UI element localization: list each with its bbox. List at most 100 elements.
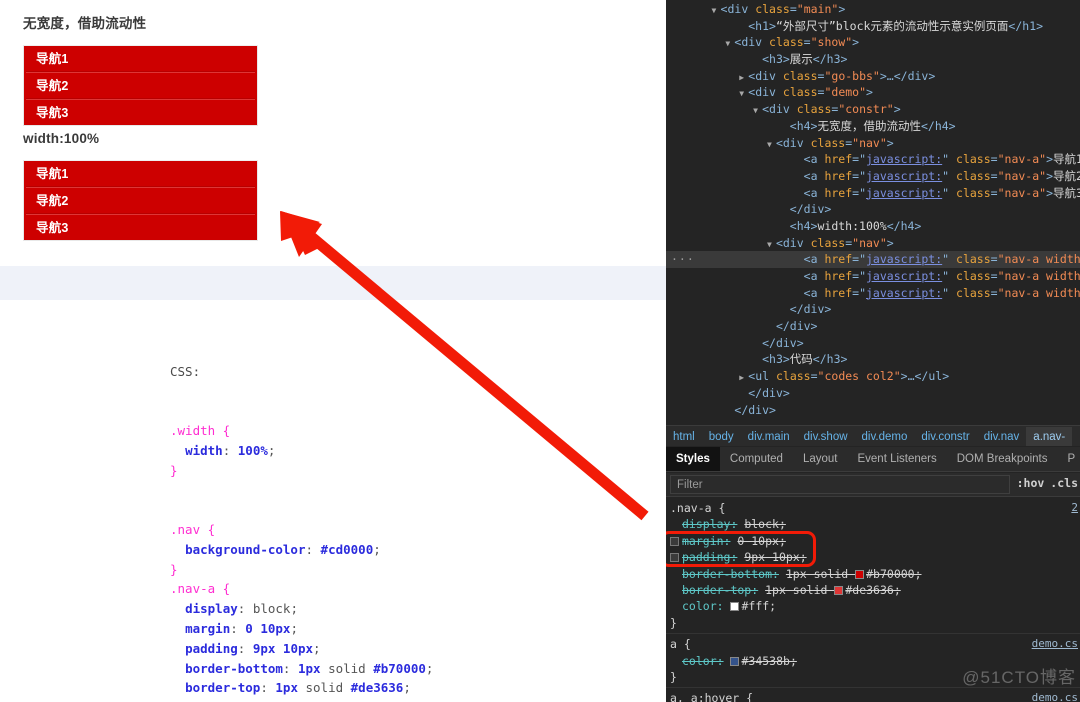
dom-tree-row[interactable]: <ul class="codes col2">…</ul> (666, 368, 1080, 385)
devtools-tab-bar[interactable]: Styles Computed Layout Event Listeners DOM B… (666, 447, 1080, 472)
dom-tree-row[interactable]: <a href="javascript:" class="nav-a width… (666, 251, 1080, 268)
style-declaration[interactable]: margin: 0 10px; (670, 533, 1080, 549)
dom-token: a (810, 152, 818, 167)
color-swatch-icon[interactable] (730, 656, 740, 666)
style-rule-selector[interactable]: a { (670, 636, 1080, 652)
hov-toggle[interactable]: :hov (1017, 476, 1045, 490)
dom-tree-row[interactable]: <div class="main"> (666, 1, 1080, 18)
declaration-checkbox[interactable] (670, 553, 679, 563)
nav-link-2-1[interactable]: 导航1 (26, 161, 255, 187)
declaration-property[interactable]: border-bottom: (682, 567, 779, 581)
color-swatch-icon[interactable] (834, 585, 844, 595)
styles-filter-input[interactable]: Filter (670, 475, 1010, 494)
dom-tree-row[interactable]: <div class="go-bbs">…</div> (666, 68, 1080, 85)
tab-styles[interactable]: Styles (666, 447, 720, 471)
dom-token: width:100% (817, 218, 887, 233)
dom-token: div (755, 85, 776, 100)
dom-tree-row[interactable]: <a href="javascript:" class="nav-a">导航2<… (666, 168, 1080, 185)
style-declaration[interactable]: display: block; (670, 516, 1080, 532)
nav-link-1-3[interactable]: 导航3 (26, 99, 255, 125)
dom-token: a (810, 185, 818, 200)
dom-tree-row[interactable]: <div class="nav"> (666, 135, 1080, 152)
declaration-value[interactable]: 0 10px; (737, 534, 785, 548)
dom-tree-row[interactable]: <h4>width:100%</h4> (666, 218, 1080, 235)
declaration-property[interactable]: color: (682, 654, 724, 668)
declaration-value[interactable]: #de3636; (845, 583, 900, 597)
nav-link-2-3[interactable]: 导航3 (26, 214, 255, 240)
declaration-property[interactable]: color: (682, 599, 724, 613)
dom-token: a (810, 269, 818, 283)
dom-token: class (775, 369, 811, 384)
breadcrumb-item-html[interactable]: html (666, 427, 702, 446)
styles-filter-toggles[interactable]: :hov .cls (1011, 476, 1078, 490)
style-rule-selector[interactable]: .nav-a { (670, 500, 1080, 516)
tab-event-listeners[interactable]: Event Listeners (847, 447, 946, 471)
dom-token: </h3> (812, 52, 848, 67)
breadcrumb-item-a-nav-[interactable]: a.nav- (1026, 427, 1073, 446)
declaration-value[interactable]: 9px 10px; (744, 550, 806, 564)
declaration-value[interactable]: #fff; (741, 599, 776, 613)
dom-tree-row[interactable]: <div class="demo"> (666, 84, 1080, 101)
declaration-value[interactable]: #b70000; (866, 567, 921, 581)
dom-token (790, 102, 797, 116)
dom-tree-row[interactable]: <h3>展示</h3> (666, 51, 1080, 68)
declaration-property[interactable]: padding: (682, 550, 737, 564)
tab-p[interactable]: P (1058, 447, 1080, 471)
nav-link-1-2[interactable]: 导航2 (26, 72, 255, 99)
dom-tree-row[interactable]: <a href="javascript:" class="nav-a">导航3<… (666, 185, 1080, 202)
dom-tree-row[interactable]: </div> (666, 201, 1080, 218)
dom-tree-row[interactable]: <div class="constr"> (666, 101, 1080, 118)
dom-tree-row[interactable]: <a href="javascript:" class="nav-a width… (666, 268, 1080, 285)
style-rule-source[interactable]: demo.cs (1032, 691, 1078, 702)
declaration-value[interactable]: block; (744, 517, 786, 531)
dom-tree-row[interactable]: </div> (666, 301, 1080, 318)
nav-link-1-1[interactable]: 导航1 (26, 46, 255, 72)
breadcrumb-item-div-constr[interactable]: div.constr (914, 427, 976, 446)
style-rule-selector[interactable]: a, a:hover { (670, 690, 1080, 702)
declaration-property[interactable]: border-top: (682, 583, 758, 597)
dom-tree-view[interactable]: <div class="main"> <h1>“外部尺寸”block元素的流动性… (666, 0, 1080, 424)
dom-tree-row[interactable]: <a href="javascript:" class="nav-a">导航1<… (666, 151, 1080, 168)
declaration-property[interactable]: margin: (682, 534, 730, 548)
declaration-value[interactable]: #34538b; (741, 654, 796, 668)
dom-tree-row[interactable]: <h3>代码</h3> (666, 351, 1080, 368)
cls-toggle[interactable]: .cls (1050, 476, 1078, 490)
dom-tree-row[interactable]: </div> (666, 318, 1080, 335)
dom-tree-row[interactable]: </div> (666, 385, 1080, 402)
code-label: CSS: (170, 363, 201, 379)
tab-computed[interactable]: Computed (720, 447, 793, 471)
dom-tree-row[interactable]: </div> (666, 335, 1080, 352)
declaration-checkbox[interactable] (670, 536, 679, 546)
style-declaration[interactable]: padding: 9px 10px; (670, 549, 1080, 565)
dom-token: </div> (734, 402, 776, 417)
tab-layout[interactable]: Layout (793, 447, 848, 471)
tab-dom-breakpoints[interactable]: DOM Breakpoints (947, 447, 1058, 471)
style-declaration[interactable]: border-top: 1px solid #de3636; (670, 582, 1080, 598)
breadcrumb-item-div-nav[interactable]: div.nav (977, 427, 1027, 446)
dom-token: div (727, 2, 749, 16)
color-swatch-icon[interactable] (855, 569, 865, 579)
style-rule-source[interactable]: 2 (1071, 501, 1078, 514)
styles-pane[interactable]: 2 .nav-a {display: block; margin: 0 10px; p… (666, 498, 1080, 702)
style-declaration[interactable]: color: #fff; (670, 598, 1080, 614)
code-line: width: 100%; (185, 442, 276, 458)
style-rule-source[interactable]: demo.cs (1032, 637, 1078, 650)
style-declaration[interactable]: border-bottom: 1px solid #b70000; (670, 566, 1080, 582)
breadcrumb-item-div-show[interactable]: div.show (797, 427, 855, 446)
dom-tree-row[interactable]: <h4>无宽度，借助流动性</h4> (666, 118, 1080, 135)
dom-tree-row[interactable]: <h1>“外部尺寸”block元素的流动性示意实例页面</h1> (666, 18, 1080, 35)
dom-tree-row[interactable]: </div> (666, 402, 1080, 419)
dom-tree-row[interactable]: <div class="show"> (666, 34, 1080, 51)
declaration-property[interactable]: display: (682, 517, 737, 531)
breadcrumb-item-body[interactable]: body (702, 427, 741, 446)
dom-token (769, 369, 776, 383)
breadcrumb-item-div-demo[interactable]: div.demo (855, 427, 915, 446)
dom-tree-row[interactable]: <div class="nav"> (666, 235, 1080, 252)
breadcrumb-item-div-main[interactable]: div.main (741, 427, 797, 446)
dom-token: > (886, 235, 894, 250)
dom-tree-row[interactable]: <a href="javascript:" class="nav-a width… (666, 285, 1080, 302)
color-swatch-icon[interactable] (730, 602, 740, 612)
dom-breadcrumb[interactable]: html body div.main div.show div.demo div.cons… (666, 425, 1080, 446)
nav-link-2-2[interactable]: 导航2 (26, 187, 255, 214)
